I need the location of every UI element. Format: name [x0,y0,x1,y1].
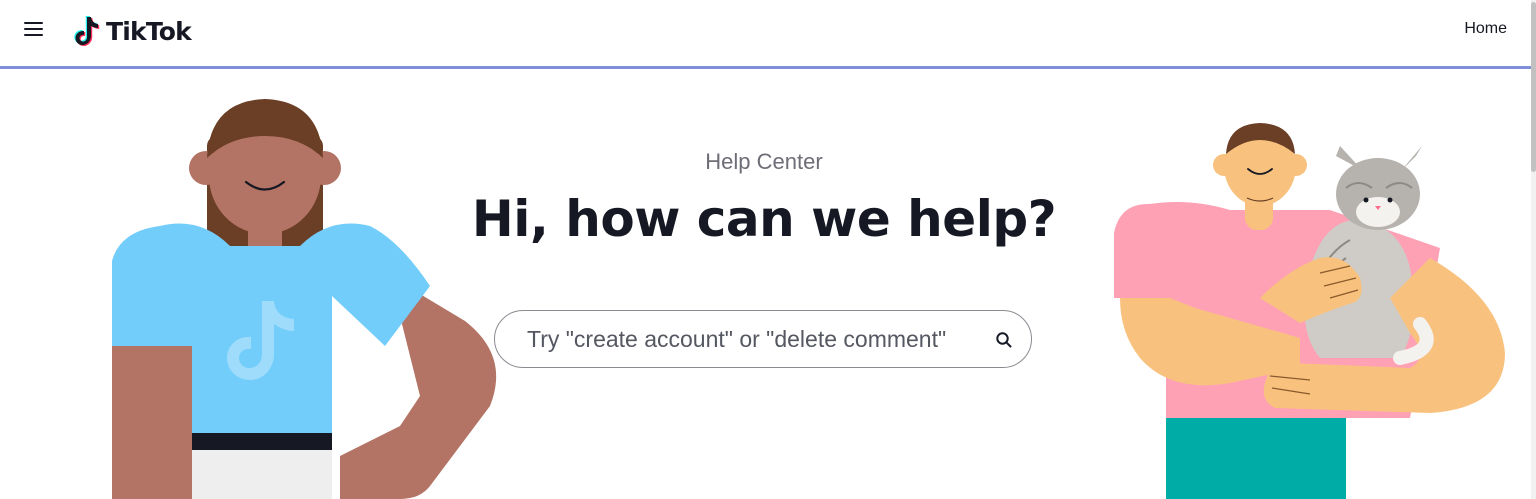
tiktok-logo[interactable]: TikTok [74,14,192,48]
search-icon[interactable] [995,331,1013,349]
tiktok-note-icon [74,16,100,46]
search-box[interactable] [494,310,1032,368]
help-center-page: TikTok Home Help Center Hi, how can we h… [0,0,1536,499]
hero-title: Hi, how can we help? [471,190,1057,248]
top-header: TikTok Home [0,0,1531,69]
page-scrollbar[interactable] [1531,0,1536,499]
help-center-label: Help Center [705,149,823,174]
search-input[interactable] [527,323,987,355]
nav-home-link[interactable]: Home [1464,20,1507,38]
scrollbar-thumb[interactable] [1531,2,1536,172]
menu-icon[interactable] [22,18,46,40]
man-with-cat-illustration [1114,123,1505,499]
brand-name: TikTok [106,16,192,46]
